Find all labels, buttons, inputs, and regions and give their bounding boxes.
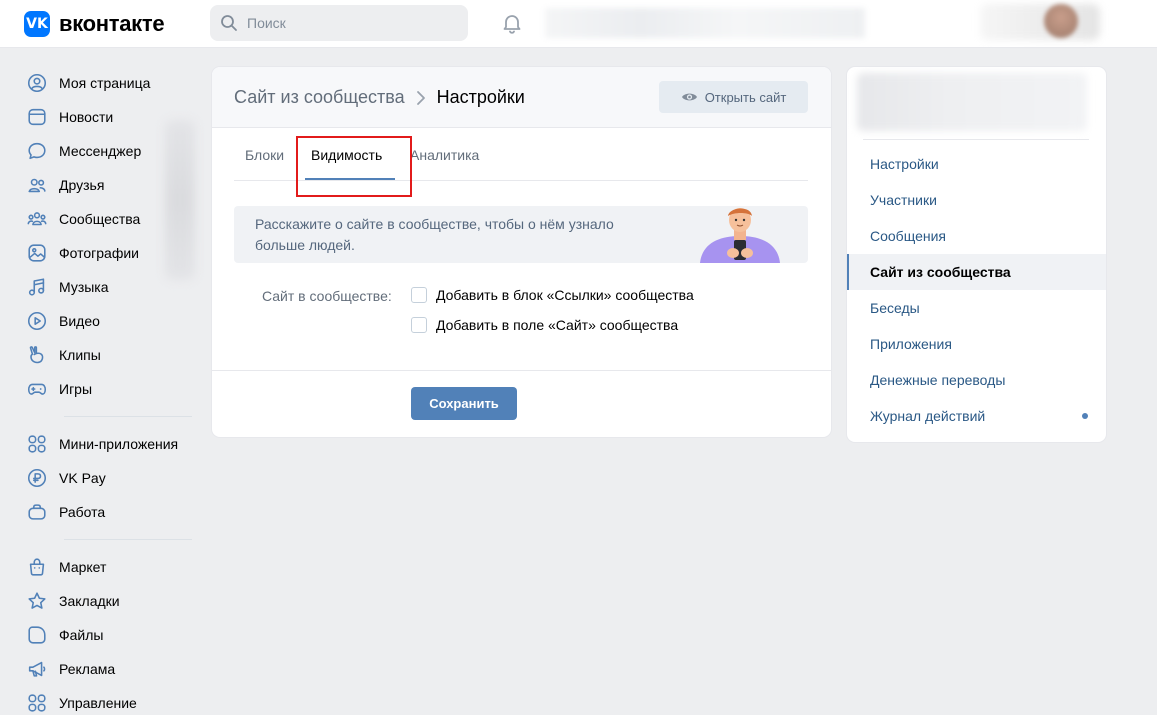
- community-management-menu: Настройки Участники Сообщения Сайт из со…: [847, 67, 1106, 442]
- nav-item-vkpay[interactable]: VK Pay: [22, 461, 197, 495]
- open-site-label: Открыть сайт: [704, 89, 787, 105]
- briefcase-icon: [25, 500, 49, 524]
- nav-item-label: Работа: [59, 504, 106, 520]
- save-button[interactable]: Сохранить: [411, 387, 517, 420]
- search-box[interactable]: [210, 5, 468, 41]
- nav-item-label: Новости: [59, 109, 114, 125]
- chevron-right-icon: [416, 90, 425, 105]
- nav-item-label: Фотографии: [59, 245, 140, 261]
- friends-icon: [25, 173, 49, 197]
- person-illustration: [700, 208, 780, 263]
- option-links-block[interactable]: Добавить в блок «Ссылки» сообщества: [411, 287, 694, 303]
- nav-item-label: Сообщества: [59, 211, 141, 227]
- nav-item-label: Закладки: [59, 593, 120, 609]
- vk-logo[interactable]: VK вконтакте: [24, 11, 165, 37]
- search-icon: [221, 15, 237, 31]
- nav-item-label: Маркет: [59, 559, 107, 575]
- nav-item-label: Моя страница: [59, 75, 151, 91]
- breadcrumb-current: Настройки: [436, 87, 525, 107]
- menu-item-money-transfers[interactable]: Денежные переводы: [847, 362, 1106, 398]
- option-label: Добавить в блок «Ссылки» сообщества: [436, 287, 694, 303]
- nav-item-video[interactable]: Видео: [22, 304, 197, 338]
- nav-item-label: Реклама: [59, 661, 116, 677]
- card-header: Сайт из сообщества Настройки Открыть сай…: [212, 67, 831, 128]
- nav-item-mini-apps[interactable]: Мини-приложения: [22, 427, 197, 461]
- nav-item-clips[interactable]: Клипы: [22, 338, 197, 372]
- avatar[interactable]: [1044, 4, 1078, 38]
- nav-item-megaphone[interactable]: Реклама: [22, 652, 197, 686]
- notification-dot: [1082, 413, 1088, 419]
- top-header: VK вконтакте: [0, 0, 1157, 48]
- nav-item-label: Видео: [59, 313, 100, 329]
- video-icon: [25, 309, 49, 333]
- music-icon: [25, 275, 49, 299]
- user-circle-icon: [25, 71, 49, 95]
- search-input[interactable]: [247, 15, 447, 31]
- star-icon: [25, 589, 49, 613]
- info-banner: Расскажите о сайте в сообществе, чтобы о…: [234, 206, 808, 263]
- vkpay-icon: [25, 466, 49, 490]
- tab-analytics[interactable]: Аналитика: [410, 147, 479, 163]
- menu-item-action-log[interactable]: Журнал действий: [847, 398, 1106, 434]
- divider: [212, 370, 831, 371]
- vk-logo-icon: VK: [24, 11, 50, 37]
- option-label: Добавить в поле «Сайт» сообщества: [436, 317, 679, 333]
- nav-item-label: Игры: [59, 381, 93, 397]
- news-icon: [25, 105, 49, 129]
- nav-divider: [64, 416, 192, 417]
- menu-item-settings[interactable]: Настройки: [847, 146, 1106, 182]
- option-site-field[interactable]: Добавить в поле «Сайт» сообщества: [411, 317, 678, 333]
- nav-item-label: Музыка: [59, 279, 109, 295]
- blurred-header-content: [545, 8, 865, 38]
- clips-icon: [25, 343, 49, 367]
- nav-item-gamepad[interactable]: Игры: [22, 372, 197, 406]
- nav-item-label: VK Pay: [59, 470, 106, 486]
- grid-icon: [25, 691, 49, 715]
- bell-icon[interactable]: [500, 11, 524, 35]
- nav-item-label: Друзья: [59, 177, 105, 193]
- breadcrumb: Сайт из сообщества Настройки: [234, 87, 525, 108]
- gamepad-icon: [25, 377, 49, 401]
- blurred-counters: [165, 120, 195, 280]
- open-site-button[interactable]: Открыть сайт: [659, 81, 808, 113]
- divider: [863, 139, 1089, 140]
- menu-item-messages[interactable]: Сообщения: [847, 218, 1106, 254]
- megaphone-icon: [25, 657, 49, 681]
- menu-item-label: Журнал действий: [870, 408, 986, 424]
- file-icon: [25, 623, 49, 647]
- nav-item-label: Мессенджер: [59, 143, 142, 159]
- menu-item-apps[interactable]: Приложения: [847, 326, 1106, 362]
- nav-item-market[interactable]: Маркет: [22, 550, 197, 584]
- nav-item-label: Управление: [59, 695, 137, 711]
- market-icon: [25, 555, 49, 579]
- banner-text: Расскажите о сайте в сообществе, чтобы о…: [255, 216, 614, 253]
- row-label: Сайт в сообществе:: [262, 288, 392, 304]
- checkbox-site-field[interactable]: [411, 317, 427, 333]
- menu-item-chats[interactable]: Беседы: [847, 290, 1106, 326]
- nav-item-user-circle[interactable]: Моя страница: [22, 66, 197, 100]
- blurred-community-header: [857, 73, 1087, 131]
- nav-divider: [64, 539, 192, 540]
- nav-item-briefcase[interactable]: Работа: [22, 495, 197, 529]
- logo-text: вконтакте: [59, 11, 165, 36]
- message-icon: [25, 139, 49, 163]
- photo-icon: [25, 241, 49, 265]
- nav-item-label: Файлы: [59, 627, 104, 643]
- checkbox-links-block[interactable]: [411, 287, 427, 303]
- profile-menu[interactable]: [980, 4, 1100, 40]
- tab-blocks[interactable]: Блоки: [245, 147, 284, 163]
- site-settings-card: Сайт из сообщества Настройки Открыть сай…: [212, 67, 831, 437]
- menu-item-members[interactable]: Участники: [847, 182, 1106, 218]
- nav-item-file[interactable]: Файлы: [22, 618, 197, 652]
- mini-apps-icon: [25, 432, 49, 456]
- communities-icon: [25, 207, 49, 231]
- nav-item-star[interactable]: Закладки: [22, 584, 197, 618]
- annotation-highlight-box: [296, 136, 412, 197]
- breadcrumb-parent[interactable]: Сайт из сообщества: [234, 87, 405, 108]
- eye-icon: [681, 93, 697, 101]
- menu-item-community-site[interactable]: Сайт из сообщества: [847, 254, 1106, 290]
- nav-item-label: Мини-приложения: [59, 436, 179, 452]
- nav-item-grid[interactable]: Управление: [22, 686, 197, 715]
- nav-item-label: Клипы: [59, 347, 101, 363]
